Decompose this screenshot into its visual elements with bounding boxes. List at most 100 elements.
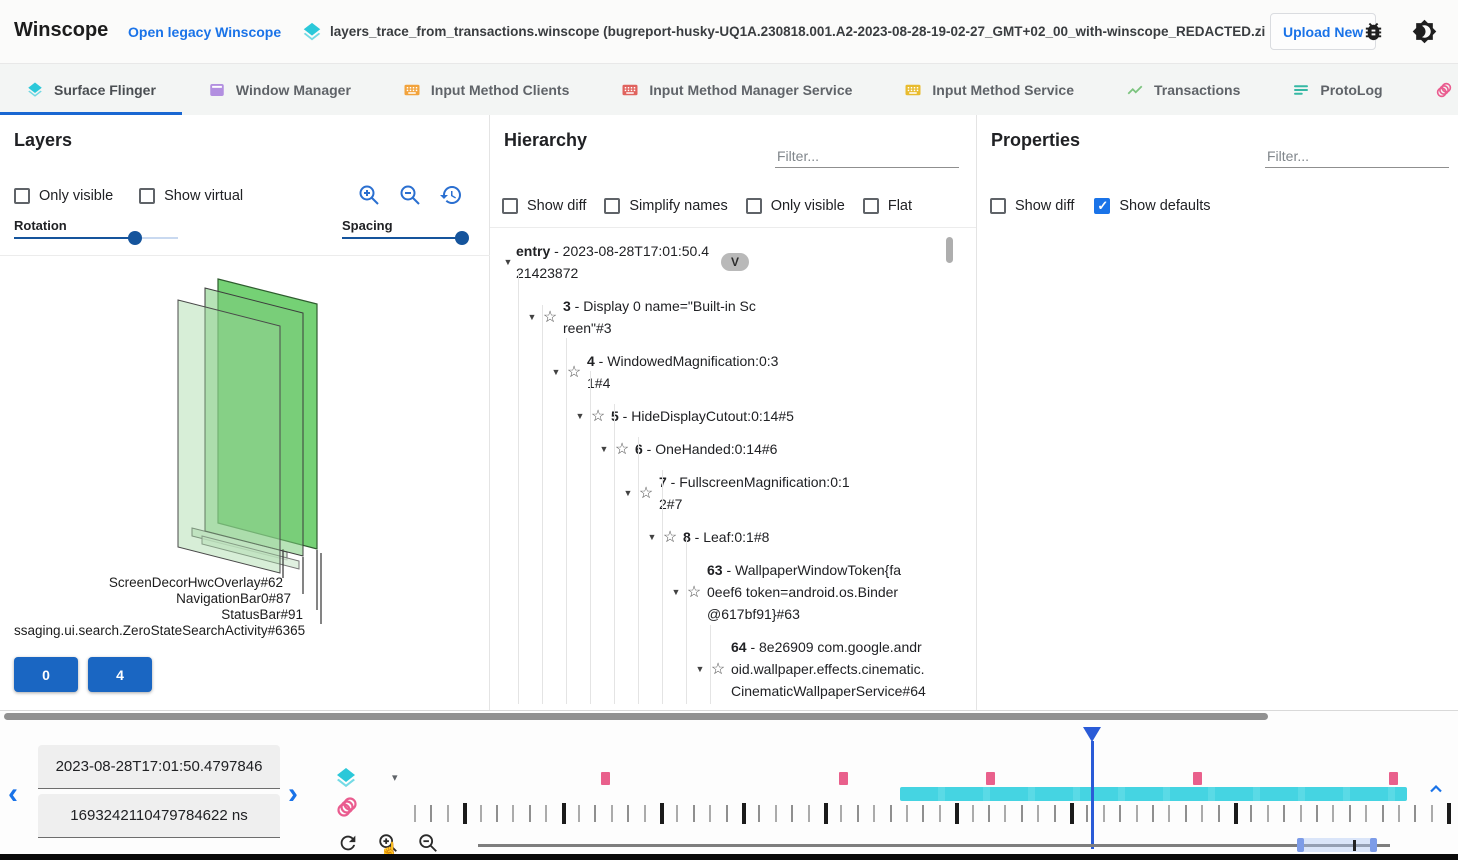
- star-icon[interactable]: ☆: [660, 527, 680, 547]
- rotation-slider[interactable]: [14, 237, 178, 239]
- checkbox-box[interactable]: [863, 198, 879, 214]
- zoom-in-icon[interactable]: [357, 183, 381, 207]
- timeline-tick: [1267, 805, 1269, 822]
- next-entry-button[interactable]: ›: [288, 779, 298, 809]
- spacing-slider-thumb[interactable]: [455, 231, 469, 245]
- previous-entry-button[interactable]: ‹: [8, 779, 18, 809]
- checkbox-box[interactable]: [746, 198, 762, 214]
- transition-marker[interactable]: [839, 772, 848, 785]
- tree-node-text: 63 - WallpaperWindowToken{fa0eef6 token=…: [707, 559, 903, 625]
- checkbox-only-visible[interactable]: Only visible: [746, 198, 845, 214]
- transition-marker[interactable]: [1193, 772, 1202, 785]
- zoom-out-icon[interactable]: [398, 183, 422, 207]
- checkbox-simplify-names[interactable]: Simplify names: [604, 198, 727, 214]
- checkbox-box[interactable]: [604, 198, 620, 214]
- refresh-icon[interactable]: [337, 832, 359, 854]
- rotation-slider-thumb[interactable]: [128, 231, 142, 245]
- hierarchy-filter-input[interactable]: [775, 145, 959, 168]
- checkbox-box[interactable]: [990, 198, 1006, 214]
- timestamp-ns-field[interactable]: 1693242110479784622 ns: [38, 794, 280, 838]
- trace-dropdown-caret-icon[interactable]: ▾: [392, 771, 398, 784]
- playhead-line[interactable]: [1091, 741, 1094, 849]
- star-icon[interactable]: ☆: [588, 406, 608, 426]
- expand-arrow-icon[interactable]: ▼: [620, 488, 636, 498]
- checkbox-box[interactable]: [502, 198, 518, 214]
- timeline-horizontal-scrollbar[interactable]: [4, 713, 1268, 720]
- display-button-4[interactable]: 4: [88, 657, 152, 692]
- tab-input-method-manager-service[interactable]: Input Method Manager Service: [595, 64, 878, 115]
- tab-input-method-service[interactable]: Input Method Service: [878, 64, 1100, 115]
- layers-3d-viewport[interactable]: ScreenDecorHwcOverlay#62NavigationBar0#8…: [0, 255, 490, 646]
- tab-protolog[interactable]: ProtoLog: [1266, 64, 1408, 115]
- tree-node[interactable]: ▼☆7 - FullscreenMagnification:0:12#7: [500, 471, 948, 515]
- transition-marker[interactable]: [1389, 772, 1398, 785]
- tree-node-id: entry: [516, 243, 550, 259]
- star-icon[interactable]: ☆: [636, 483, 656, 503]
- expand-arrow-icon[interactable]: ▼: [548, 367, 564, 377]
- rotation-slider-fill: [14, 237, 135, 239]
- transition-marker[interactable]: [601, 772, 610, 785]
- timeline-tick: [906, 805, 908, 822]
- checkbox-box[interactable]: [139, 188, 155, 204]
- checkbox-show-diff[interactable]: Show diff: [990, 198, 1074, 214]
- star-icon[interactable]: ☆: [684, 582, 704, 602]
- star-icon[interactable]: ☆: [612, 439, 632, 459]
- expand-arrow-icon[interactable]: ▼: [572, 411, 588, 421]
- collapse-timeline-icon[interactable]: [1426, 779, 1446, 799]
- transition-marker[interactable]: [986, 772, 995, 785]
- expand-arrow-icon[interactable]: ▼: [500, 257, 516, 267]
- spacing-slider[interactable]: [342, 237, 462, 239]
- zoom-range-handle-left[interactable]: [1297, 838, 1304, 852]
- tree-node[interactable]: ▼☆6 - OneHanded:0:14#6: [500, 438, 948, 460]
- checkbox-show-diff[interactable]: Show diff: [502, 198, 586, 214]
- tree-node[interactable]: ▼☆64 - 8e26909 com.google.android.wallpa…: [500, 636, 948, 702]
- star-icon[interactable]: ☆: [540, 307, 560, 327]
- expand-arrow-icon[interactable]: ▼: [596, 444, 612, 454]
- hierarchy-scrollbar[interactable]: [946, 237, 953, 263]
- sf-coverage-bar[interactable]: [900, 787, 1407, 801]
- tree-node[interactable]: ▼☆5 - HideDisplayCutout:0:14#5: [500, 405, 948, 427]
- checkbox-flat[interactable]: Flat: [863, 198, 912, 214]
- zoom-range-selection[interactable]: [1297, 838, 1377, 852]
- timeline-tick: [824, 803, 828, 824]
- checkbox-show-virtual[interactable]: Show virtual: [139, 188, 243, 204]
- properties-filter-input[interactable]: [1265, 145, 1449, 168]
- checkbox-only-visible[interactable]: Only visible: [14, 188, 113, 204]
- timeline-tick: [1086, 805, 1088, 822]
- restore-view-icon[interactable]: [439, 183, 463, 207]
- expand-arrow-icon[interactable]: ▼: [668, 587, 684, 597]
- layer-label: ScreenDecorHwcOverlay#62: [109, 575, 283, 590]
- tree-node[interactable]: ▼☆63 - WallpaperWindowToken{fa0eef6 toke…: [500, 559, 948, 625]
- tree-node[interactable]: ▼☆4 - WindowedMagnification:0:31#4: [500, 350, 948, 394]
- bug-report-icon[interactable]: [1362, 20, 1385, 43]
- tab-window-manager[interactable]: Window Manager: [182, 64, 377, 115]
- timeline-tick: [463, 803, 467, 824]
- tab-transactions[interactable]: Transactions: [1100, 64, 1266, 115]
- tree-node[interactable]: ▼☆8 - Leaf:0:1#8: [500, 526, 948, 548]
- expand-arrow-icon[interactable]: ▼: [524, 312, 540, 322]
- tree-node[interactable]: ▼entry - 2023-08-28T17:01:50.421423872V: [500, 240, 948, 284]
- timeline-tick: [430, 805, 432, 822]
- zoom-range-handle-right[interactable]: [1370, 838, 1377, 852]
- expand-arrow-icon[interactable]: ▼: [644, 532, 660, 542]
- checkbox-box[interactable]: ✓: [1094, 198, 1110, 214]
- legacy-winscope-link[interactable]: Open legacy Winscope: [128, 24, 281, 40]
- timestamp-human-field[interactable]: 2023-08-28T17:01:50.4797846: [38, 745, 280, 789]
- dark-mode-icon[interactable]: [1412, 19, 1437, 44]
- tab-surface-flinger[interactable]: Surface Flinger: [0, 64, 182, 115]
- timeline-zoom-out-icon[interactable]: [417, 832, 439, 854]
- display-button-0[interactable]: 0: [14, 657, 78, 692]
- tab-input-method-clients[interactable]: Input Method Clients: [377, 64, 595, 115]
- star-icon[interactable]: ☆: [564, 362, 584, 382]
- tab-transitions[interactable]: Transitions: [1409, 64, 1458, 115]
- star-icon[interactable]: ☆: [708, 659, 728, 679]
- upload-new-button[interactable]: Upload New: [1270, 13, 1376, 50]
- zoom-range-track[interactable]: [478, 844, 1390, 847]
- checkbox-box[interactable]: [14, 188, 30, 204]
- tree-node[interactable]: ▼☆3 - Display 0 name="Built-in Screen"#3: [500, 295, 948, 339]
- playhead-handle[interactable]: [1083, 727, 1101, 742]
- checkbox-show-defaults[interactable]: ✓Show defaults: [1094, 198, 1210, 214]
- properties-checkbox-row: Show diff ✓Show defaults: [990, 198, 1210, 214]
- expand-arrow-icon[interactable]: ▼: [692, 664, 708, 674]
- tree-node-name: - WindowedMagnification:0:31#4: [587, 353, 778, 391]
